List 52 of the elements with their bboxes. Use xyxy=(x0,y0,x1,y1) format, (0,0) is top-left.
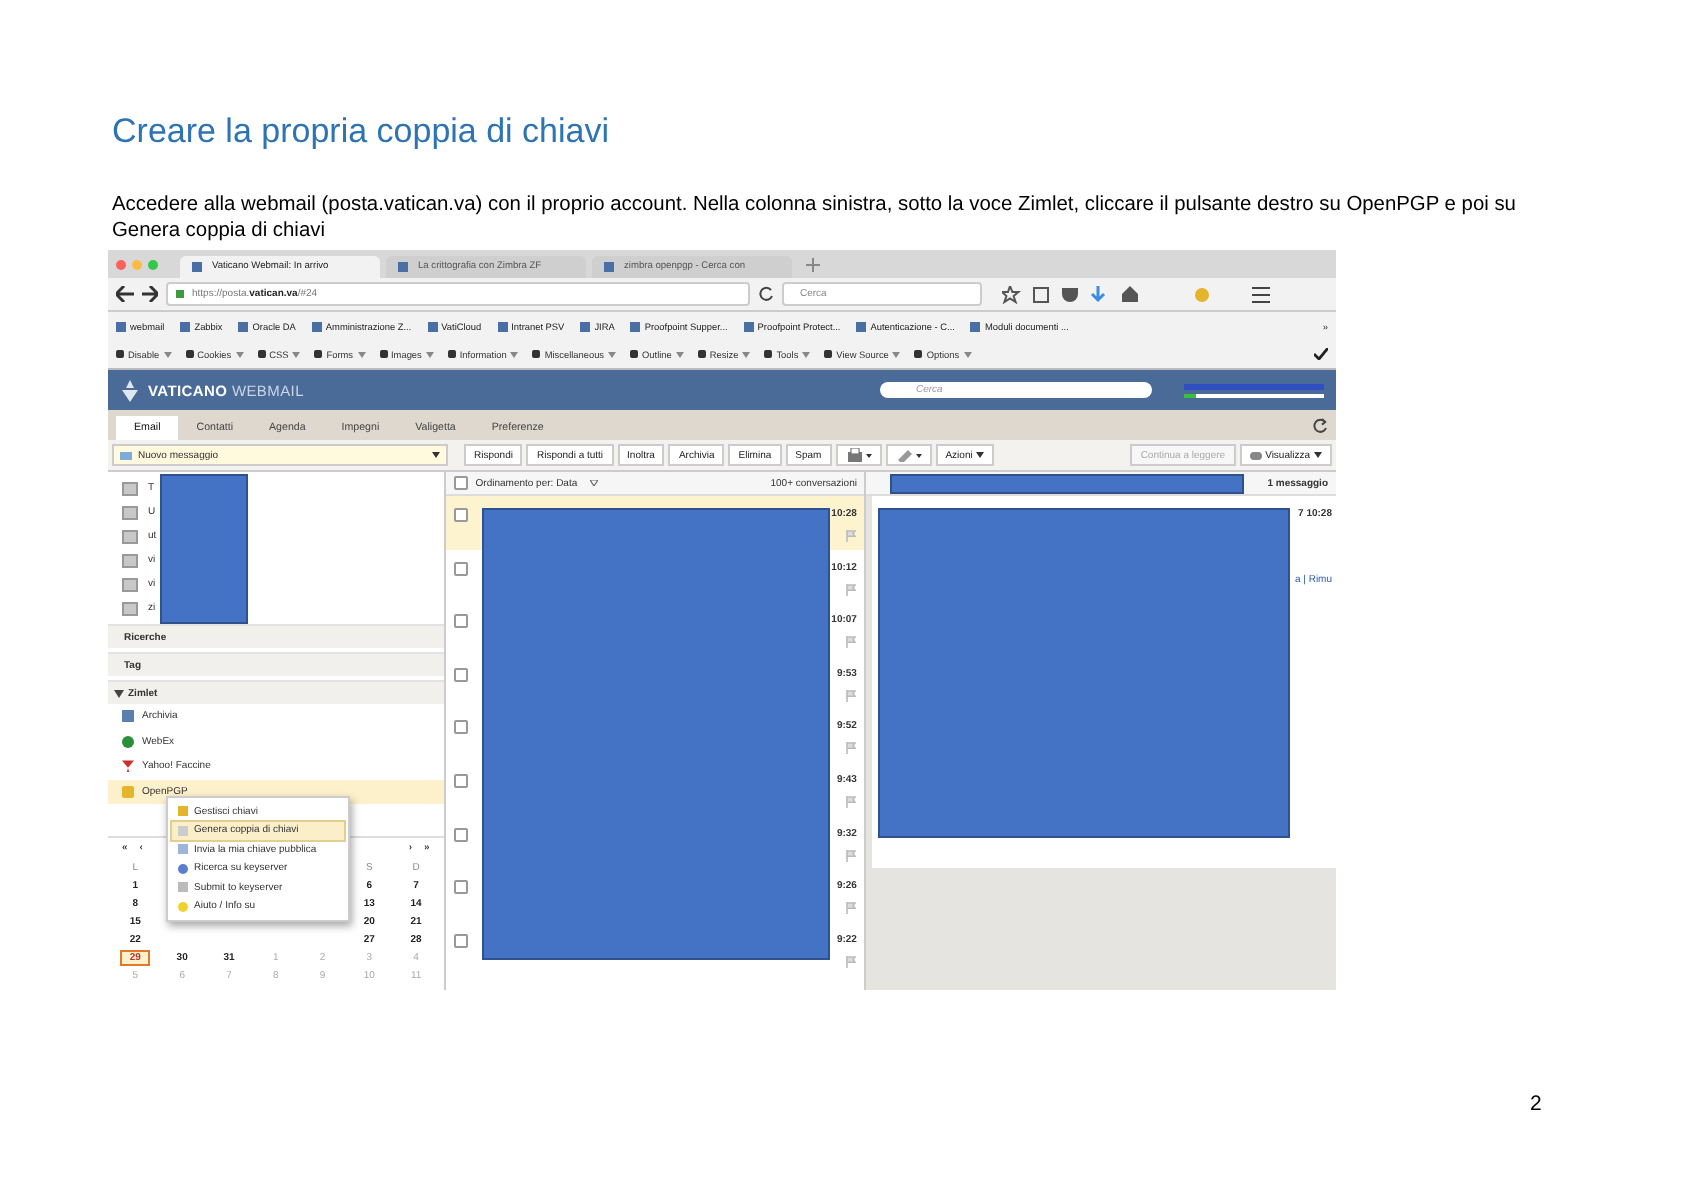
forward-icon[interactable] xyxy=(142,286,158,302)
message-checkbox[interactable] xyxy=(453,880,468,895)
checkmark-icon[interactable] xyxy=(1314,348,1328,360)
message-checkbox[interactable] xyxy=(453,933,468,948)
back-icon[interactable] xyxy=(116,286,134,302)
caret-icon xyxy=(802,351,811,357)
flag-icon[interactable] xyxy=(846,955,857,968)
caret-icon xyxy=(608,351,617,357)
printer-icon[interactable] xyxy=(835,444,882,466)
flag-icon[interactable] xyxy=(846,583,857,596)
message-checkbox[interactable] xyxy=(453,508,468,522)
message-checkbox[interactable] xyxy=(453,827,468,842)
intro-paragraph: Accedere alla webmail (posta.vatican.va) con il proprio account. Nella colonna sinistra, sotto la voce Zimlet, cliccare il pulsante destro su OpenPGP e poi su Genera coppia di chiavi xyxy=(112,192,1518,246)
crest-icon xyxy=(120,379,140,401)
caret-icon xyxy=(163,351,172,357)
select-all-checkbox[interactable] xyxy=(453,476,468,490)
caret-icon xyxy=(963,351,972,357)
flag-icon[interactable] xyxy=(846,902,857,915)
message-checkbox[interactable] xyxy=(453,720,468,735)
caret-icon xyxy=(892,351,901,357)
close-light-icon[interactable] xyxy=(116,259,126,269)
flag-icon[interactable] xyxy=(846,636,857,649)
flag-icon[interactable] xyxy=(846,795,857,808)
refresh-icon[interactable] xyxy=(1312,417,1328,433)
expand-triangle-icon[interactable] xyxy=(114,689,124,697)
caret-icon xyxy=(510,351,519,357)
page-number: 2 xyxy=(1530,1092,1542,1116)
message-checkbox[interactable] xyxy=(453,773,468,788)
page-heading: Creare la propria coppia di chiavi xyxy=(112,112,612,154)
flag-icon[interactable] xyxy=(846,742,857,755)
sort-caret-icon[interactable] xyxy=(589,480,598,486)
user-quota-drawing xyxy=(1184,383,1324,397)
pencil-icon[interactable] xyxy=(885,444,932,466)
message-checkbox[interactable] xyxy=(453,614,468,629)
caret-icon xyxy=(742,351,751,357)
flag-icon[interactable] xyxy=(846,849,857,862)
message-checkbox[interactable] xyxy=(453,561,468,576)
message-checkbox[interactable] xyxy=(453,667,468,682)
flag-icon[interactable] xyxy=(846,530,857,542)
caret-icon xyxy=(1314,452,1322,458)
new-tab-icon[interactable] xyxy=(806,257,820,271)
caret-icon xyxy=(432,452,440,458)
caret-icon xyxy=(976,452,985,458)
reload-icon[interactable] xyxy=(758,286,774,302)
zoom-light-icon[interactable] xyxy=(148,259,158,269)
caret-icon xyxy=(357,351,365,357)
flag-icon[interactable] xyxy=(846,689,857,702)
lock-icon xyxy=(176,290,184,298)
caret-icon xyxy=(292,351,301,357)
caret-icon xyxy=(675,351,684,357)
caret-icon xyxy=(425,351,434,357)
caret-icon xyxy=(235,351,244,357)
